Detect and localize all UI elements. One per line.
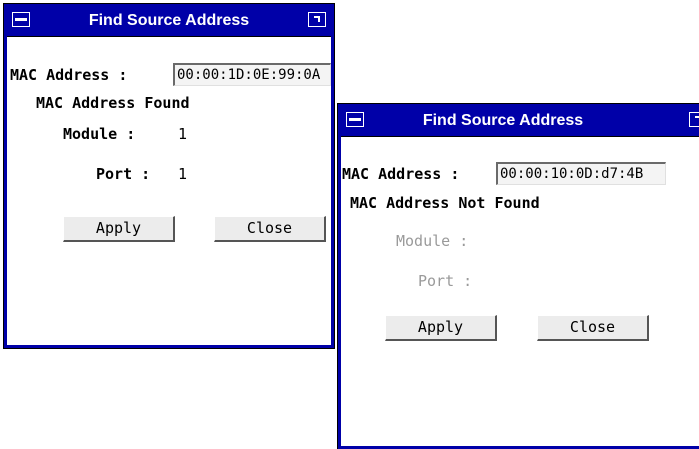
title-bar[interactable]: Find Source Address	[7, 7, 331, 37]
module-label: Module :	[396, 232, 469, 250]
find-source-address-window-1: Find Source Address MAC Address : 00:00:…	[3, 3, 335, 349]
maximize-icon[interactable]	[308, 12, 326, 27]
module-value: 1	[178, 125, 188, 143]
window-title: Find Source Address	[88, 12, 250, 29]
title-bar[interactable]: Find Source Address	[341, 107, 699, 137]
apply-button[interactable]: Apply	[63, 216, 175, 242]
port-label: Port :	[96, 165, 151, 183]
mac-address-label: MAC Address :	[10, 66, 128, 84]
window-title: Find Source Address	[422, 112, 584, 129]
mac-address-label: MAC Address :	[342, 165, 460, 183]
maximize-icon[interactable]	[689, 112, 699, 127]
port-label: Port :	[418, 272, 473, 290]
system-menu-icon[interactable]	[346, 112, 364, 127]
mac-address-input[interactable]: 00:00:10:0D:d7:4B	[496, 162, 666, 185]
apply-button[interactable]: Apply	[385, 315, 497, 341]
status-text: MAC Address Not Found	[350, 194, 540, 212]
close-button[interactable]: Close	[537, 315, 649, 341]
find-source-address-window-2: Find Source Address MAC Address : 00:00:…	[337, 103, 699, 449]
close-button[interactable]: Close	[214, 216, 326, 242]
system-menu-icon[interactable]	[12, 12, 30, 27]
port-value: 1	[178, 165, 188, 183]
mac-address-input[interactable]: 00:00:1D:0E:99:0A	[173, 63, 331, 86]
status-text: MAC Address Found	[36, 94, 190, 112]
module-label: Module :	[63, 125, 136, 143]
